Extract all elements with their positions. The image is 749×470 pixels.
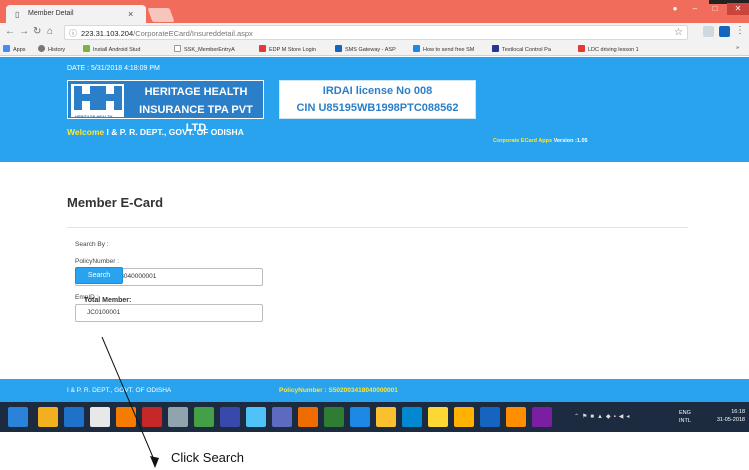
annotation-text: Click Search [171,450,244,465]
annotation-arrow [101,336,159,468]
